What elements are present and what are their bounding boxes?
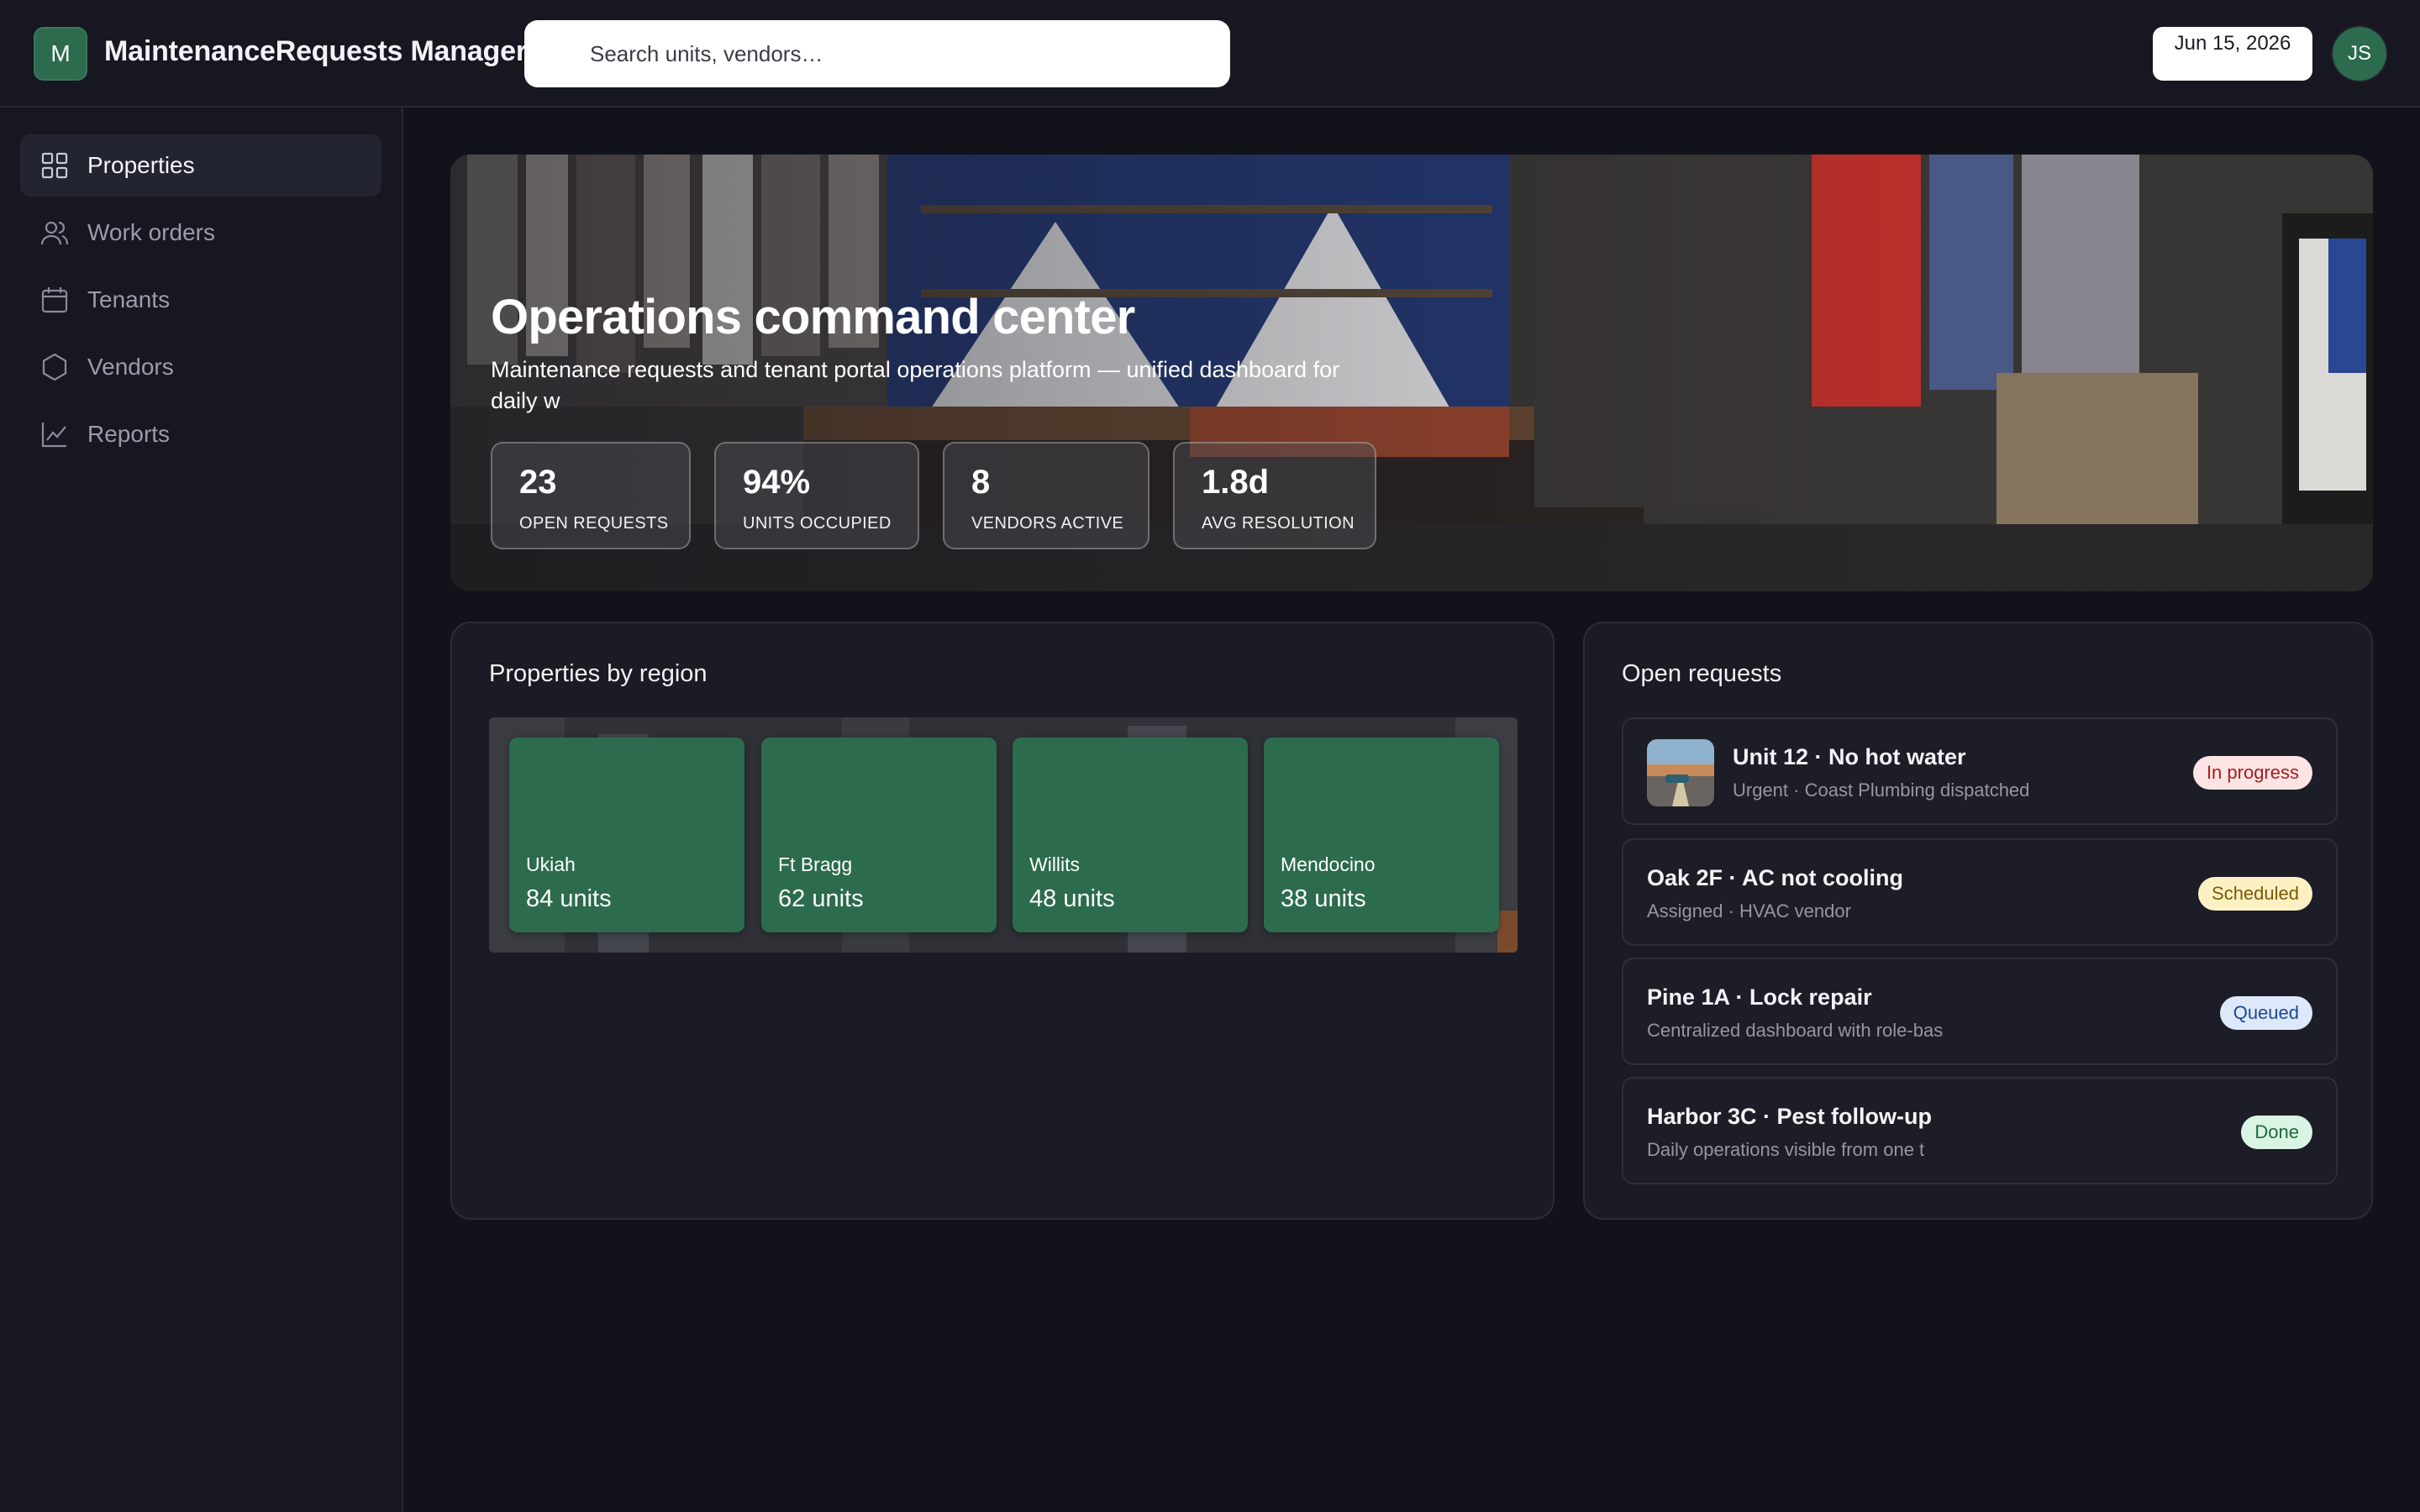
panel-title: Properties by region [489, 660, 708, 687]
search-icon [554, 46, 571, 63]
sidebar-item-label: Work orders [87, 219, 215, 245]
region-name: Ft Bragg [778, 853, 853, 875]
request-item[interactable]: Oak 2F · AC not cooling Assigned · HVAC … [1622, 838, 2338, 946]
search-placeholder: Search units, vendors… [590, 40, 823, 66]
panel-title: Open requests [1622, 660, 1782, 687]
stat-value: 8 [971, 464, 991, 501]
request-title: Oak 2F · AC not cooling [1647, 865, 1904, 890]
sidebar-item-reports[interactable]: Reports [20, 403, 381, 465]
stat-label: AVG RESOLUTION [1202, 514, 1355, 533]
sidebar-item-label: Tenants [87, 286, 171, 312]
status-badge: Scheduled [2198, 877, 2312, 911]
region-units: 48 units [1029, 885, 1115, 912]
request-item[interactable]: Pine 1A · Lock repair Centralized dashbo… [1622, 958, 2338, 1065]
sidebar-item-work-orders[interactable]: Work orders [20, 202, 381, 264]
stat-value: 94% [743, 464, 811, 501]
request-subtitle: Centralized dashboard with role-bas [1647, 1020, 1944, 1041]
sidebar-item-label: Reports [87, 421, 171, 447]
users-icon [40, 221, 69, 245]
sidebar-item-vendors[interactable]: Vendors [20, 336, 381, 398]
region-units: 62 units [778, 885, 864, 912]
region-card-ukiah[interactable]: Ukiah 84 units [509, 738, 744, 932]
status-badge: In progress [2192, 756, 2312, 790]
region-card-mendocino[interactable]: Mendocino 38 units [1264, 738, 1499, 932]
line-chart-icon [41, 423, 66, 448]
region-units: 38 units [1281, 885, 1366, 912]
user-avatar[interactable]: JS [2333, 27, 2386, 81]
request-title: Harbor 3C · Pest follow-up [1647, 1104, 1933, 1129]
hero-subtitle: Maintenance requests and tenant portal o… [491, 357, 1340, 413]
region-card-ft-bragg[interactable]: Ft Bragg 62 units [761, 738, 997, 932]
stat-label: OPEN REQUESTS [519, 514, 669, 533]
request-title: Pine 1A · Lock repair [1647, 984, 1872, 1010]
request-title: Unit 12 · No hot water [1733, 744, 1966, 769]
region-name: Willits [1029, 853, 1081, 875]
region-units: 84 units [526, 885, 612, 912]
stat-avg-resolution: 1.8d AVG RESOLUTION [1173, 442, 1376, 549]
hexagon-icon [42, 353, 67, 381]
top-bar: M MaintenanceRequests Manager Search uni… [0, 0, 2420, 108]
sidebar: Properties Work orders Tenants Vendors R… [0, 108, 403, 1512]
sidebar-item-label: Properties [87, 152, 195, 178]
app-title: MaintenanceRequests Manager [104, 35, 527, 67]
sidebar-item-properties[interactable]: Properties [20, 134, 381, 197]
region-name: Mendocino [1281, 853, 1376, 875]
region-name: Ukiah [526, 853, 576, 875]
sidebar-item-label: Vendors [87, 354, 174, 380]
grid-icon [41, 152, 68, 179]
stat-value: 1.8d [1202, 464, 1270, 501]
stat-open-requests: 23 OPEN REQUESTS [491, 442, 691, 549]
app-logo[interactable]: M [34, 27, 87, 81]
calendar-icon [41, 287, 68, 313]
open-requests-panel: Open requests Unit 12 · No hot water Urg… [1583, 622, 2373, 1220]
stat-vendors-active: 8 VENDORS ACTIVE [943, 442, 1150, 549]
request-item[interactable]: Harbor 3C · Pest follow-up Daily operati… [1622, 1077, 2338, 1184]
request-subtitle: Assigned · HVAC vendor [1647, 900, 1851, 921]
stat-label: VENDORS ACTIVE [971, 514, 1124, 533]
stat-units-occupied: 94% UNITS OCCUPIED [714, 442, 919, 549]
hero-banner: Operations command center Maintenance re… [450, 155, 2373, 591]
region-card-willits[interactable]: Willits 48 units [1013, 738, 1248, 932]
stat-value: 23 [519, 464, 557, 501]
status-badge: Queued [2219, 996, 2312, 1030]
stat-label: UNITS OCCUPIED [743, 514, 892, 533]
sidebar-item-tenants[interactable]: Tenants [20, 269, 381, 331]
request-subtitle: Daily operations visible from one t [1647, 1139, 1925, 1160]
hero-title: Operations command center [491, 290, 1135, 344]
request-subtitle: Urgent · Coast Plumbing dispatched [1733, 780, 2030, 801]
request-thumbnail [1647, 739, 1714, 806]
status-badge: Done [2241, 1116, 2312, 1149]
properties-by-region-panel: Properties by region Ukiah 84 units Ft B… [450, 622, 1555, 1220]
region-background-photo: Ukiah 84 units Ft Bragg 62 units Willits… [489, 717, 1518, 953]
request-item[interactable]: Unit 12 · No hot water Urgent · Coast Pl… [1622, 717, 2338, 825]
date-picker[interactable]: Jun 15, 2026 [2153, 27, 2312, 81]
search-input[interactable]: Search units, vendors… [524, 20, 1230, 87]
